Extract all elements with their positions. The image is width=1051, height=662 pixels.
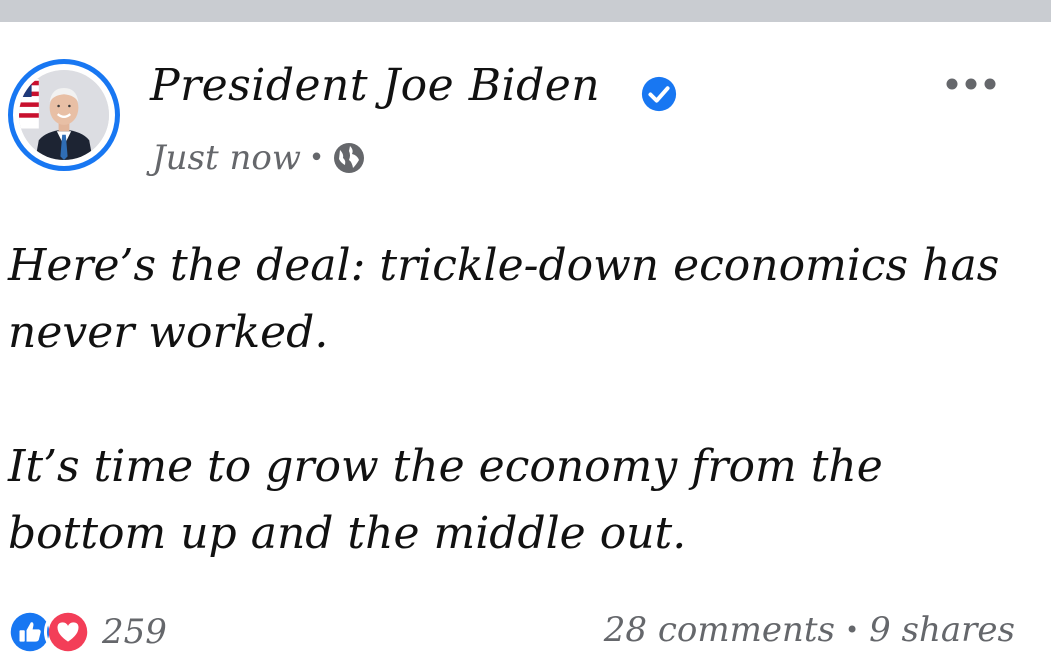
- post-card: President Joe Biden Just now • Here’s th…: [0, 22, 1051, 661]
- post-timestamp[interactable]: Just now: [152, 138, 301, 178]
- top-divider-bar: [0, 0, 1051, 22]
- post-meta: Just now •: [152, 138, 366, 178]
- reaction-count: 259: [102, 612, 167, 652]
- shares-count[interactable]: 9 shares: [869, 610, 1015, 650]
- post-paragraph: It’s time to grow the economy from the b…: [8, 441, 883, 559]
- verified-badge-icon: [641, 76, 677, 112]
- post-footer: 259 28 comments • 9 shares: [0, 602, 1051, 662]
- engagement-stats: 28 comments • 9 shares: [604, 610, 1015, 650]
- stats-separator: •: [844, 616, 860, 644]
- meta-separator: •: [308, 143, 325, 173]
- globe-icon[interactable]: [332, 141, 366, 175]
- post-text: Here’s the deal: trickle-down economics …: [8, 232, 1028, 567]
- post-paragraph: Here’s the deal: trickle-down economics …: [8, 240, 1000, 358]
- author-name[interactable]: President Joe Biden: [150, 60, 600, 111]
- comments-count[interactable]: 28 comments: [604, 610, 835, 650]
- more-options-icon[interactable]: [944, 72, 998, 96]
- author-avatar[interactable]: [8, 59, 120, 171]
- portrait-image: [19, 70, 109, 160]
- love-icon: [44, 608, 92, 656]
- reaction-summary[interactable]: 259: [6, 608, 167, 656]
- avatar-photo: [19, 70, 109, 160]
